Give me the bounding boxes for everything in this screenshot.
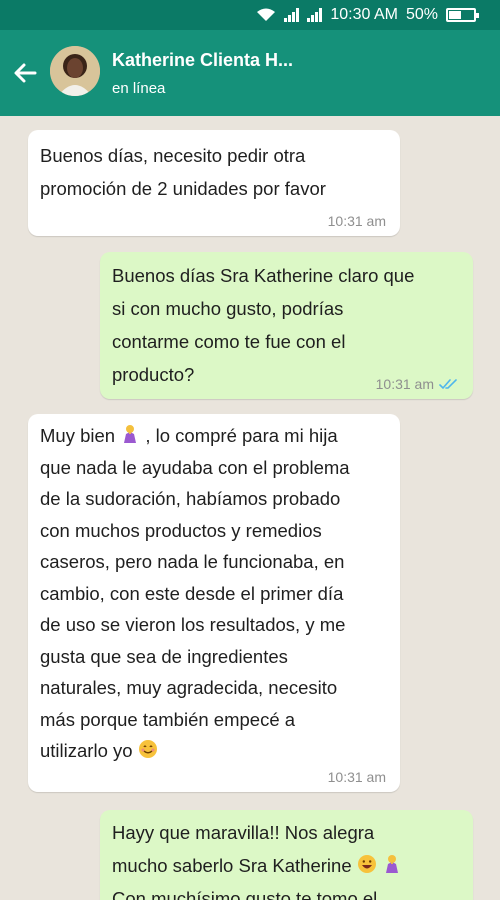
message-line: cambio, con este desde el primer día	[40, 582, 344, 604]
avatar-image	[50, 46, 100, 96]
message-line: Hayy que maravilla!! Nos alegra	[112, 822, 375, 843]
outgoing-message[interactable]: Hayy que maravilla!! Nos alegra mucho sa…	[100, 810, 473, 900]
chat-header: Katherine Clienta H... en línea	[0, 30, 500, 116]
incoming-message[interactable]: Buenos días, necesito pedir otra promoci…	[28, 130, 400, 236]
praying-woman-emoji-icon	[385, 855, 398, 873]
message-text: , lo compré para mi hija	[145, 425, 338, 446]
message-line: Con muchísimo gusto te tomo el	[112, 888, 378, 900]
battery-fill	[449, 11, 461, 19]
message-line: Buenos días Sra Katherine claro que	[112, 265, 415, 286]
message-text: utilizarlo yo	[40, 740, 133, 761]
message-line: utilizarlo yo	[40, 735, 386, 767]
battery-percent: 50%	[405, 6, 438, 23]
status-indicators: 10:30 AM 50%	[256, 0, 479, 30]
grinning-face-emoji-icon	[357, 855, 376, 873]
avatar[interactable]	[50, 46, 100, 96]
status-bar: 10:30 AM 50%	[0, 0, 500, 30]
message-meta: 10:31 am	[376, 375, 459, 393]
double-check-icon	[439, 379, 457, 390]
message-line: de la sudoración, habíamos probado	[40, 488, 341, 509]
message-time: 10:31 am	[327, 769, 386, 785]
message-list[interactable]: Buenos días, necesito pedir otra promoci…	[0, 116, 500, 900]
message-line: promoción de 2 unidades por favor	[40, 178, 326, 199]
message-line: naturales, muy agradecida, necesito	[40, 677, 338, 698]
message-meta: 10:31 am	[328, 768, 386, 786]
contact-name[interactable]: Katherine Clienta H...	[112, 50, 293, 71]
battery-icon	[446, 8, 479, 22]
back-arrow-icon[interactable]	[10, 58, 40, 88]
message-meta: 10:31 am	[328, 212, 386, 230]
message-line: Buenos días, necesito pedir otra	[40, 145, 306, 166]
message-text: mucho saberlo Sra Katherine	[112, 855, 352, 876]
contact-status: en línea	[112, 80, 166, 97]
outgoing-message[interactable]: Buenos días Sra Katherine claro que si c…	[100, 252, 473, 399]
message-line: caseros, pero nada le funcionaba, en	[40, 551, 345, 572]
smiling-face-emoji-icon	[138, 740, 157, 758]
signal-icon	[284, 8, 300, 22]
message-line: más porque también empecé a	[40, 708, 296, 730]
wifi-icon	[257, 8, 276, 21]
message-line: de uso se vieron los resultados, y me	[40, 614, 346, 635]
status-time: 10:30 AM	[330, 6, 398, 23]
message-line: si con mucho gusto, podrías	[112, 298, 344, 319]
message-time: 10:31 am	[327, 213, 386, 229]
chat-screen: 10:30 AM 50% Katherine Clienta H... en l…	[0, 0, 500, 900]
signal-icon-2	[307, 8, 323, 22]
message-time: 10:31 am	[375, 376, 434, 392]
message-line: que nada le ayudaba con el problema	[40, 456, 350, 478]
message-text: Muy bien	[40, 425, 116, 446]
message-line: con muchos productos y remedios	[40, 519, 322, 541]
message-line: mucho saberlo Sra Katherine	[112, 849, 459, 882]
message-line: gusta que sea de ingredientes	[40, 645, 288, 667]
message-line: Muy bien , lo compré para mi hija	[40, 420, 386, 452]
message-line: contarme como te fue con el	[112, 331, 346, 352]
praying-woman-emoji-icon	[124, 425, 137, 443]
incoming-message[interactable]: Muy bien , lo compré para mi hija que na…	[28, 414, 400, 792]
